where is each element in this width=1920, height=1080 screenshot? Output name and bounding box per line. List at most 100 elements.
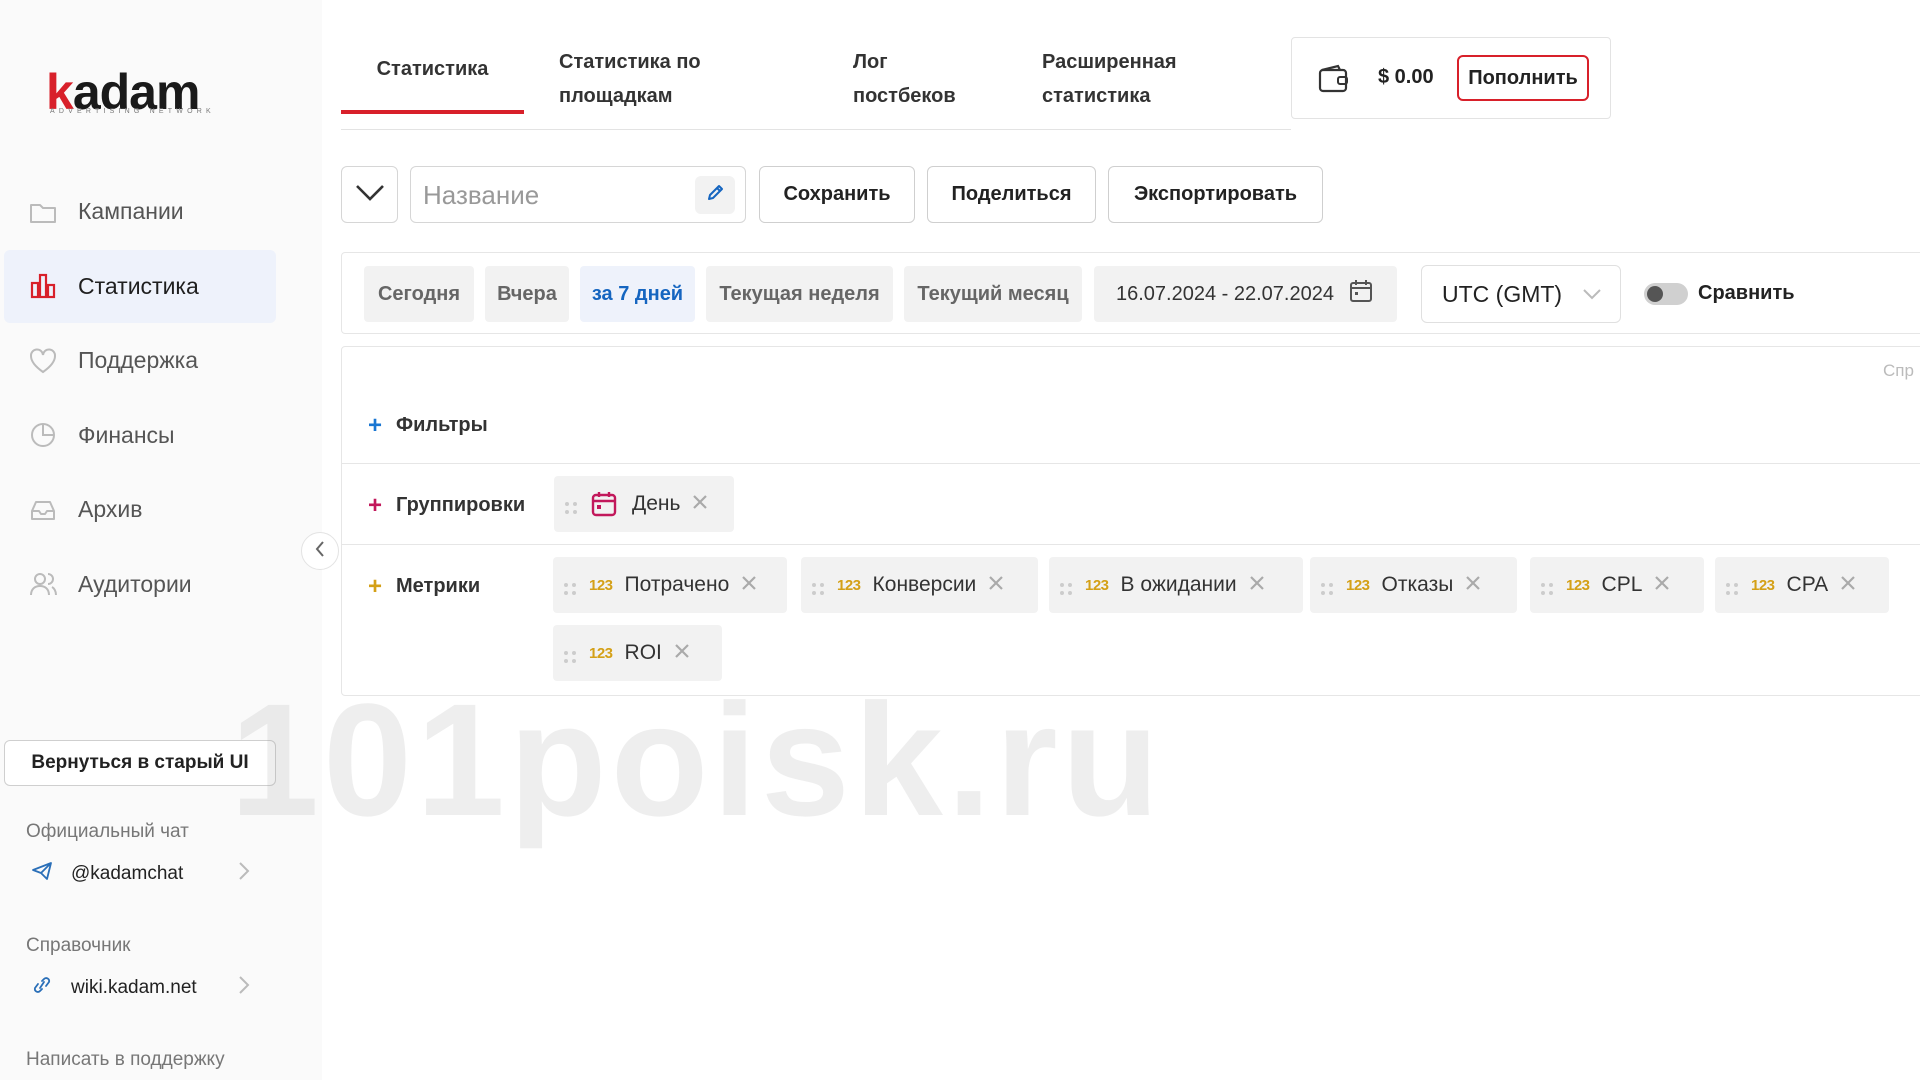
sidebar-item-label: Финансы: [78, 421, 175, 448]
metric-chip[interactable]: 123 ROI: [553, 625, 722, 681]
sidebar-item-label: Архив: [78, 496, 143, 522]
close-icon[interactable]: [674, 641, 690, 665]
close-icon[interactable]: [692, 492, 708, 516]
wiki-link[interactable]: wiki.kadam.net: [26, 975, 266, 1001]
official-chat-link[interactable]: @kadamchat: [26, 861, 266, 887]
drag-handle-icon[interactable]: [1059, 578, 1073, 595]
preset-current-month[interactable]: Текущий месяц: [904, 266, 1082, 322]
save-button[interactable]: Сохранить: [759, 166, 915, 223]
add-grouping-button[interactable]: + Группировки: [368, 491, 525, 519]
close-icon[interactable]: [1465, 573, 1481, 597]
preset-7-days[interactable]: за 7 дней: [580, 266, 695, 322]
topup-button[interactable]: Пополнить: [1457, 55, 1589, 101]
number-badge-icon: 123: [589, 576, 613, 594]
metrics-row: + Метрики 123 Потрачено 123 Конверсии 123 В о…: [342, 545, 1920, 695]
preset-yesterday[interactable]: Вчера: [485, 266, 569, 322]
collapse-sidebar-button[interactable]: [301, 532, 339, 570]
folder-icon: [28, 197, 58, 227]
preset-today[interactable]: Сегодня: [364, 266, 474, 322]
metric-chip[interactable]: 123 Конверсии: [801, 557, 1038, 613]
close-icon[interactable]: [988, 573, 1004, 597]
close-icon[interactable]: [741, 573, 757, 597]
close-icon[interactable]: [1654, 573, 1670, 597]
stats-tabs: Статистика Статистика по площадкам Лог п…: [341, 28, 1291, 130]
kadam-logo[interactable]: kadam ADVERTISING NETWORK: [46, 64, 216, 120]
wiki-title: Справочник: [26, 935, 131, 956]
sidebar-item-audiences[interactable]: Аудитории: [4, 548, 276, 621]
metric-chip-label: В ожидании: [1120, 573, 1237, 596]
close-icon[interactable]: [1840, 573, 1856, 597]
sidebar-item-archive[interactable]: Архив: [4, 473, 276, 546]
official-chat-block[interactable]: Официальный чат @kadamchat: [26, 821, 266, 887]
drag-handle-icon[interactable]: [563, 578, 577, 595]
link-icon: [26, 975, 71, 1001]
number-badge-icon: 123: [1346, 576, 1370, 594]
date-range-bar: Сегодня Вчера за 7 дней Текущая неделя Т…: [341, 252, 1920, 334]
export-button[interactable]: Экспортировать: [1108, 166, 1323, 223]
balance-amount: $ 0.00: [1378, 66, 1434, 88]
metric-chip-label: CPL: [1601, 573, 1643, 596]
close-icon[interactable]: [1249, 573, 1265, 597]
number-badge-icon: 123: [1085, 576, 1109, 594]
metric-chip-label: Потрачено: [624, 573, 730, 596]
drag-handle-icon[interactable]: [564, 497, 578, 514]
metric-chip[interactable]: 123 Отказы: [1310, 557, 1517, 613]
drag-handle-icon[interactable]: [1540, 578, 1554, 595]
wiki-block[interactable]: Справочник wiki.kadam.net: [26, 935, 266, 1001]
grouping-chip[interactable]: День: [554, 476, 734, 532]
report-name-field: [410, 166, 746, 223]
write-support-link[interactable]: Написать в поддержку: [26, 1049, 225, 1071]
sidebar-item-label: Поддержка: [78, 347, 198, 373]
preset-current-week[interactable]: Текущая неделя: [706, 266, 893, 322]
sidebar-item-campaigns[interactable]: Кампании: [4, 175, 276, 248]
sidebar-item-finance[interactable]: Финансы: [4, 399, 276, 472]
bar-chart-icon: [28, 271, 58, 301]
filters-label: Фильтры: [396, 414, 488, 436]
plus-icon: +: [368, 491, 383, 519]
timezone-select[interactable]: UTC (GMT): [1421, 265, 1621, 323]
pie-chart-icon: [28, 420, 58, 450]
tab-extended-statistics[interactable]: Расширенная статистика: [1042, 28, 1212, 130]
drag-handle-icon[interactable]: [1725, 578, 1739, 595]
metric-chip-label: Конверсии: [872, 573, 977, 596]
metric-chip-label: ROI: [624, 641, 662, 664]
number-badge-icon: 123: [1566, 576, 1590, 594]
filters-row: + Фильтры: [342, 347, 1920, 464]
toggle-knob: [1647, 286, 1663, 302]
telegram-icon: [26, 861, 71, 887]
sidebar: kadam ADVERTISING NETWORK Кампании Стати…: [0, 0, 322, 1080]
metric-chip[interactable]: 123 CPL: [1530, 557, 1704, 613]
timezone-value: UTC (GMT): [1442, 280, 1563, 307]
report-name-input[interactable]: [423, 177, 683, 213]
drag-handle-icon[interactable]: [811, 578, 825, 595]
grouping-chip-label: День: [632, 492, 681, 515]
number-badge-icon: 123: [1751, 576, 1775, 594]
tab-statistics[interactable]: Статистика: [341, 28, 524, 114]
metrics-label: Метрики: [396, 575, 481, 597]
official-chat-handle: @kadamchat: [71, 863, 184, 884]
tab-statistics-by-sites[interactable]: Статистика по площадкам: [559, 28, 789, 130]
tab-postback-log[interactable]: Лог постбеков: [853, 28, 993, 130]
add-metric-button[interactable]: + Метрики: [368, 574, 481, 598]
edit-name-button[interactable]: [695, 176, 735, 214]
heart-icon: [28, 346, 58, 376]
sidebar-item-support[interactable]: Поддержка: [4, 324, 276, 397]
share-button[interactable]: Поделиться: [927, 166, 1096, 223]
date-range-value: 16.07.2024 - 22.07.2024: [1116, 282, 1334, 305]
sidebar-item-label: Аудитории: [78, 570, 192, 597]
metric-chip[interactable]: 123 Потрачено: [553, 557, 787, 613]
sidebar-item-label: Кампании: [78, 198, 184, 224]
compare-toggle[interactable]: [1644, 283, 1688, 305]
number-badge-icon: 123: [589, 644, 613, 662]
report-dropdown-button[interactable]: [341, 166, 398, 223]
metric-chip[interactable]: 123 В ожидании: [1049, 557, 1303, 613]
calendar-icon: [590, 490, 618, 518]
back-to-old-ui-button[interactable]: Вернуться в старый UI: [4, 740, 276, 786]
drag-handle-icon[interactable]: [563, 646, 577, 663]
date-range-picker[interactable]: 16.07.2024 - 22.07.2024: [1094, 266, 1397, 322]
drag-handle-icon[interactable]: [1320, 578, 1334, 595]
sidebar-item-statistics[interactable]: Статистика: [4, 249, 276, 323]
add-filter-button[interactable]: + Фильтры: [368, 413, 488, 437]
inbox-icon: [28, 495, 58, 525]
metric-chip[interactable]: 123 CPA: [1715, 557, 1889, 613]
